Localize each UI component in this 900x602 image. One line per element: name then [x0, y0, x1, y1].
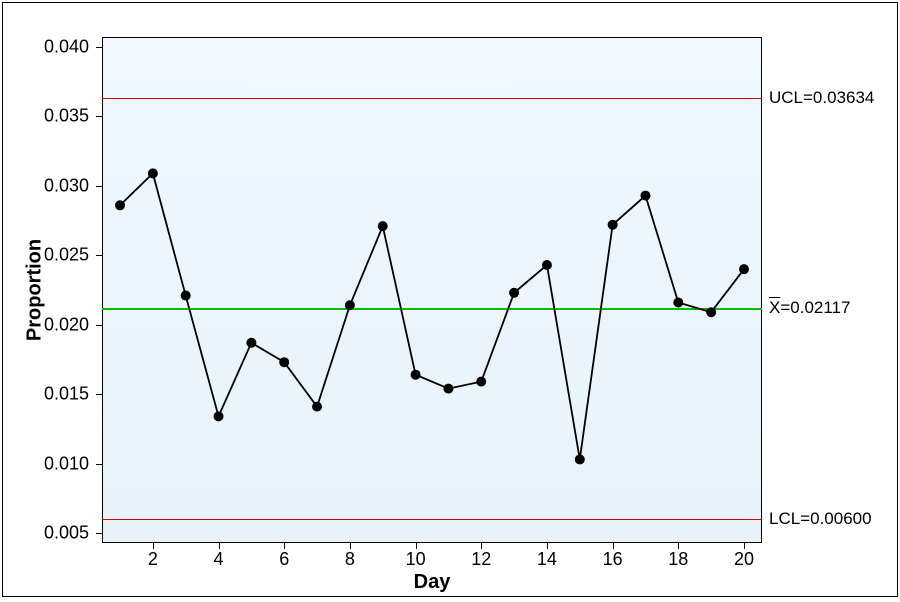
y-tick-label: 0.040: [44, 37, 89, 58]
data-point: [246, 338, 256, 348]
y-tick-label: 0.010: [44, 453, 89, 474]
y-tick-label: 0.035: [44, 106, 89, 127]
ucl-label: UCL=0.03634: [769, 88, 874, 108]
xbar-symbol: X: [769, 298, 780, 318]
x-tick-label: 4: [214, 549, 224, 570]
data-point: [476, 377, 486, 387]
x-tick-label: 16: [603, 549, 623, 570]
data-point: [279, 357, 289, 367]
data-point: [706, 307, 716, 317]
x-tick-label: 2: [148, 549, 158, 570]
data-point: [214, 411, 224, 421]
x-tick-label: 6: [279, 549, 289, 570]
data-point: [181, 291, 191, 301]
x-tick-label: 10: [406, 549, 426, 570]
y-tick-label: 0.020: [44, 314, 89, 335]
y-tick-label: 0.025: [44, 245, 89, 266]
data-point: [673, 297, 683, 307]
x-tick-label: 14: [537, 549, 557, 570]
x-tick-label: 12: [471, 549, 491, 570]
lcl-label: LCL=0.00600: [769, 509, 872, 529]
data-point: [640, 191, 650, 201]
y-tick-label: 0.005: [44, 523, 89, 544]
data-point: [443, 384, 453, 394]
data-point: [115, 200, 125, 210]
center-value: =0.02117: [780, 298, 850, 317]
chart-frame: 0.005 0.010 0.015 0.020 0.025 0.030 0.035 0.040…: [2, 2, 898, 597]
data-point: [739, 264, 749, 274]
data-point: [411, 370, 421, 380]
x-tick-label: 18: [668, 549, 688, 570]
data-point: [378, 221, 388, 231]
data-point: [148, 168, 158, 178]
x-tick-label: 8: [345, 549, 355, 570]
data-point: [542, 260, 552, 270]
y-tick-label: 0.015: [44, 384, 89, 405]
data-point: [575, 454, 585, 464]
data-point: [345, 300, 355, 310]
data-series: [3, 3, 900, 602]
x-tick-label: 20: [734, 549, 754, 570]
data-point: [312, 402, 322, 412]
center-label: X=0.02117: [769, 298, 850, 318]
y-axis-label: Proportion: [24, 239, 47, 341]
data-point: [608, 220, 618, 230]
data-point: [509, 288, 519, 298]
y-tick-label: 0.030: [44, 175, 89, 196]
x-axis-label: Day: [414, 571, 451, 594]
